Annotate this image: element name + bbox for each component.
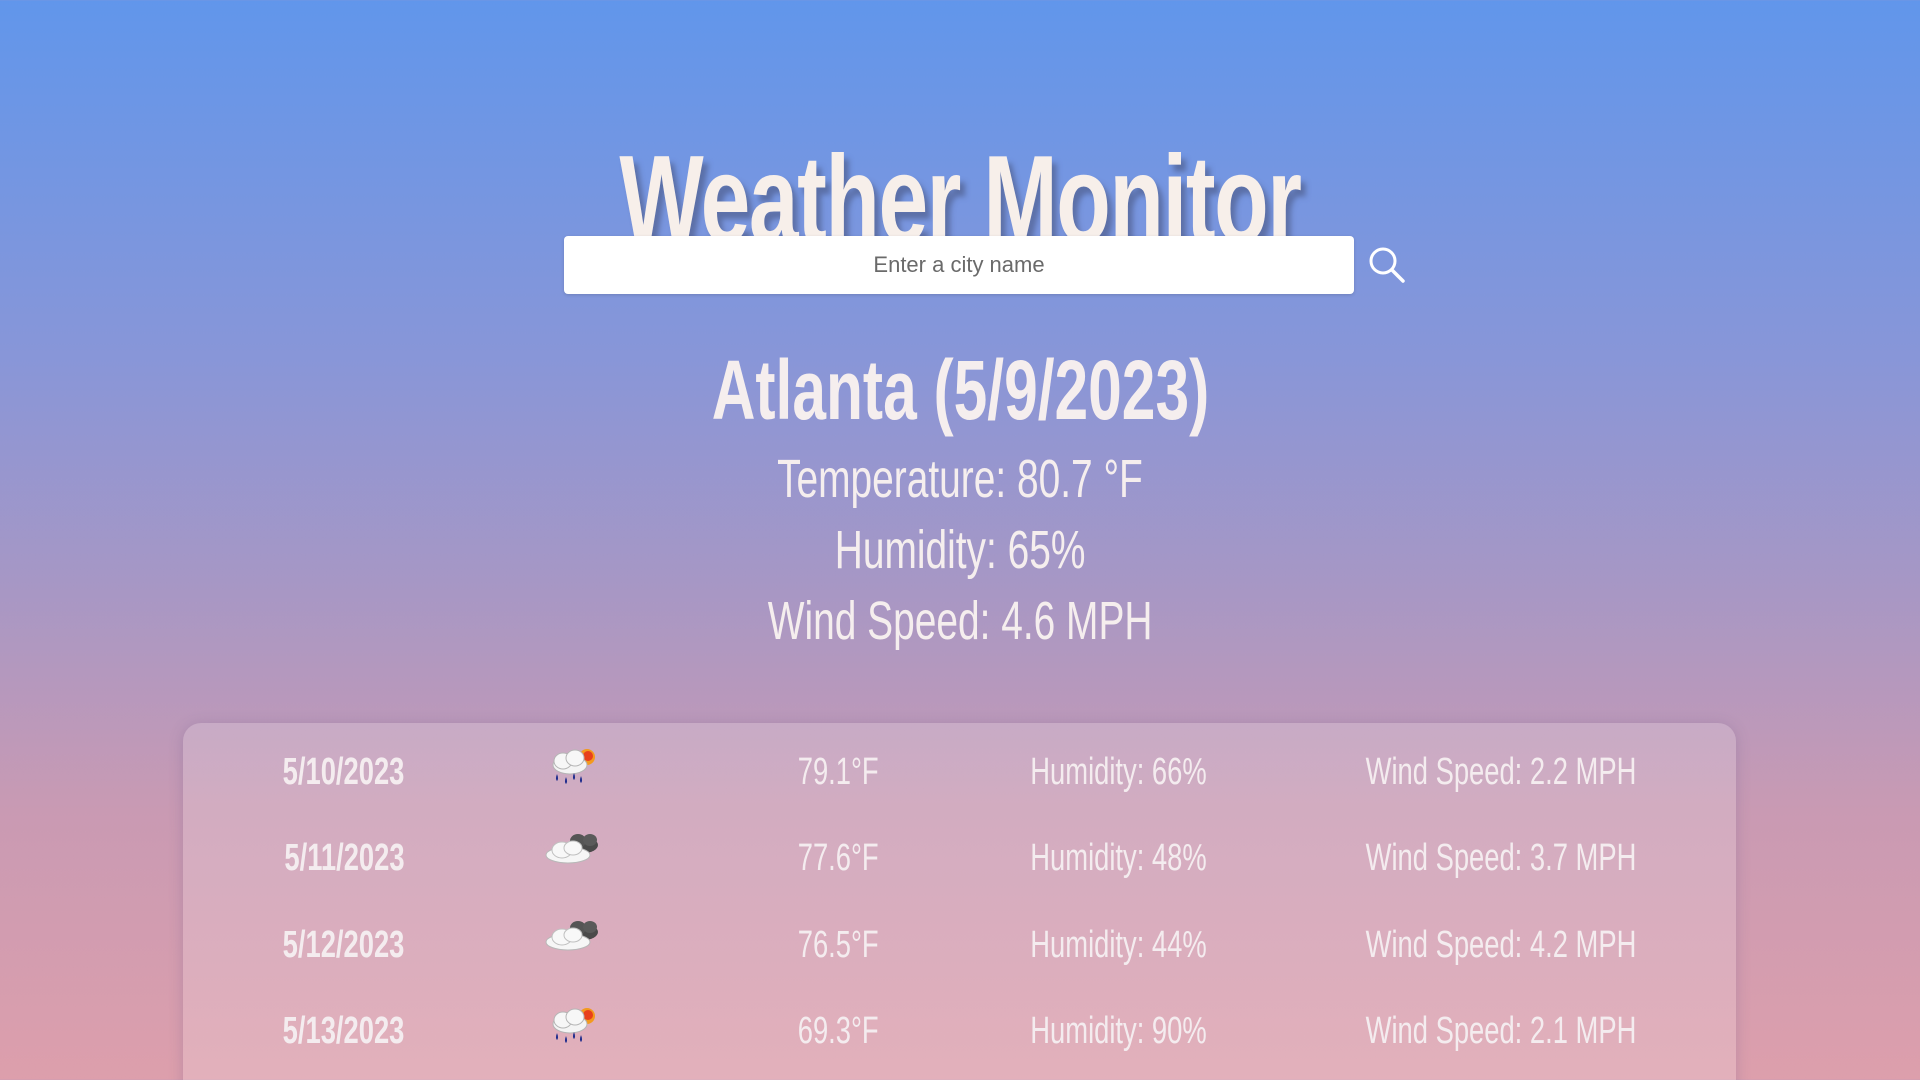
forecast-date: 5/10/2023 [283, 751, 405, 793]
forecast-humidity: Humidity: 66% [1029, 751, 1207, 793]
forecast-row: 5/12/2023 76.5°F Humidity: 44% Wind Spee… [183, 910, 1736, 980]
forecast-humidity: Humidity: 90% [1029, 1010, 1207, 1052]
cloudy-icon [528, 910, 618, 980]
forecast-row: 5/11/2023 77.6°F Humidity: 48% Wind Spee… [183, 823, 1736, 893]
search-bar [564, 236, 1405, 294]
forecast-temperature: 76.5°F [797, 924, 879, 966]
current-wind-speed: Wind Speed: 4.6 MPH [767, 591, 1153, 651]
current-temperature: Temperature: 80.7 °F [777, 449, 1143, 509]
forecast-card: 5/10/2023 79.1°F Humidity: 66% Wind Spee… [183, 723, 1736, 1080]
current-humidity: Humidity: 65% [834, 520, 1086, 580]
forecast-wind-speed: Wind Speed: 4.2 MPH [1365, 924, 1637, 966]
city-search-input[interactable] [564, 236, 1354, 294]
forecast-temperature: 69.3°F [797, 1010, 879, 1052]
search-icon [1369, 247, 1405, 283]
forecast-temperature: 79.1°F [797, 751, 879, 793]
forecast-wind-speed: Wind Speed: 2.1 MPH [1365, 1010, 1637, 1052]
forecast-humidity: Humidity: 48% [1029, 837, 1207, 879]
current-city-heading: Atlanta (5/9/2023) [711, 343, 1209, 437]
forecast-date: 5/13/2023 [283, 1010, 405, 1052]
forecast-row: 5/10/2023 79.1°F Humidity: 66% Wind Spee… [183, 737, 1736, 807]
forecast-row: 5/13/2023 69.3°F Humidity: 90% Wind Spee… [183, 996, 1736, 1066]
forecast-wind-speed: Wind Speed: 3.7 MPH [1365, 837, 1637, 879]
rain-sun-cloud-icon [528, 737, 618, 807]
forecast-date: 5/12/2023 [283, 924, 405, 966]
forecast-humidity: Humidity: 44% [1029, 924, 1207, 966]
rain-sun-cloud-icon [528, 996, 618, 1066]
forecast-temperature: 77.6°F [797, 837, 879, 879]
forecast-wind-speed: Wind Speed: 2.2 MPH [1365, 751, 1637, 793]
forecast-date: 5/11/2023 [283, 837, 405, 879]
cloudy-icon [528, 823, 618, 893]
search-button[interactable] [1364, 242, 1410, 288]
